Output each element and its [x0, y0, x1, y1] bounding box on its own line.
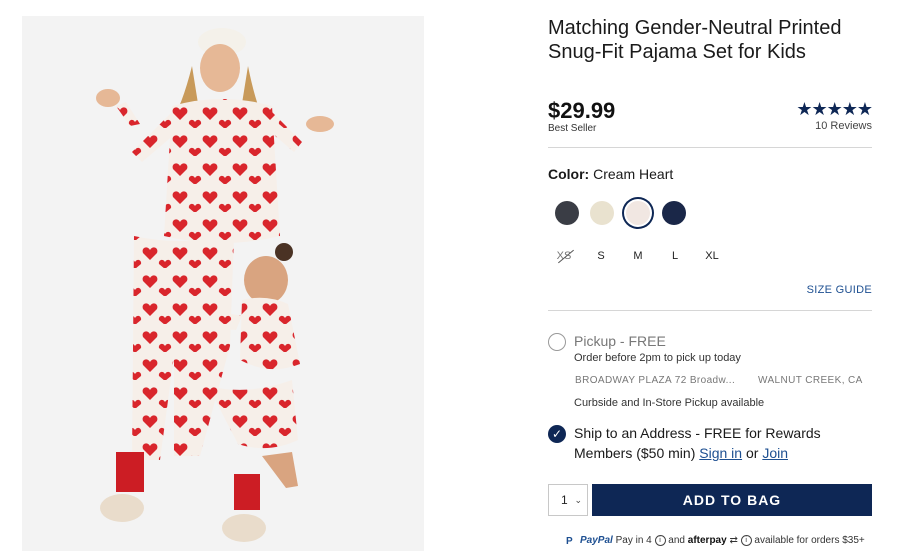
paypal-logo-icon: P [566, 536, 573, 547]
pickup-store-city: WALNUT CREEK, CA [758, 375, 863, 386]
quantity-value: 1 [561, 493, 568, 507]
pickup-option-title[interactable]: Pickup - FREE [574, 333, 666, 349]
divider [548, 147, 872, 148]
pickup-note: Order before 2pm to pick up today [574, 352, 741, 364]
dots-swatch[interactable] [590, 201, 614, 225]
cream-heart-swatch[interactable] [626, 201, 650, 225]
curbside-note: Curbside and In-Store Pickup available [574, 397, 765, 409]
afterpay-mark-icon: ⇄ [729, 535, 738, 547]
divider [548, 310, 872, 311]
product-photo-illustration [22, 16, 424, 551]
payment-options-note: P PayPal Pay in 4 i and afterpay ⇄ i ava… [566, 535, 872, 547]
paypal-logo: PayPal [580, 535, 613, 547]
size-guide-link[interactable]: SIZE GUIDE [807, 284, 872, 296]
and-text: and [668, 535, 685, 547]
reviews-link[interactable]: 10 Reviews [815, 120, 872, 132]
afterpay-logo: afterpay [687, 535, 727, 547]
info-icon[interactable]: i [740, 535, 752, 546]
dark-stripe-swatch[interactable] [555, 201, 579, 225]
selected-color-name: Cream Heart [593, 166, 674, 182]
size-xs-button[interactable]: XS [549, 250, 579, 262]
pickup-store-name[interactable]: BROADWAY PLAZA 72 Broadw... [575, 375, 735, 386]
ship-option-text[interactable]: Ship to an Address - FREE for Rewards Me… [574, 423, 870, 463]
join-link[interactable]: Join [762, 445, 788, 461]
product-title: Matching Gender-Neutral Printed Snug-Fit… [548, 17, 842, 63]
chevron-down-icon: ⌄ [574, 495, 582, 505]
size-xl-button[interactable]: XL [697, 250, 727, 262]
product-image[interactable] [22, 16, 424, 551]
color-selection: Color: Cream Heart [548, 166, 673, 182]
quantity-select[interactable]: 1 ⌄ [548, 484, 588, 516]
rating-stars[interactable]: ★★★★★ [796, 99, 873, 120]
navy-swatch[interactable] [662, 201, 686, 225]
info-icon[interactable]: i [654, 535, 666, 546]
size-s-button[interactable]: S [586, 250, 616, 262]
sign-in-link[interactable]: Sign in [699, 445, 742, 461]
product-details-panel: Matching Gender-Neutral Printed Snug-Fit… [548, 0, 873, 556]
size-l-button[interactable]: L [660, 250, 690, 262]
pickup-radio[interactable] [548, 333, 566, 351]
pay-in-four-text: Pay in 4 [615, 535, 652, 547]
checkmark-icon: ✓ [551, 427, 563, 441]
ship-radio-checked[interactable]: ✓ [548, 425, 566, 443]
best-seller-badge: Best Seller [548, 123, 597, 134]
add-to-bag-button[interactable]: ADD TO BAG [592, 484, 872, 516]
size-m-button[interactable]: M [623, 250, 653, 262]
product-price: $29.99 [548, 98, 616, 123]
color-label: Color: [548, 166, 590, 182]
availability-text: available for orders $35+ [754, 535, 865, 547]
or-text: or [745, 445, 759, 461]
